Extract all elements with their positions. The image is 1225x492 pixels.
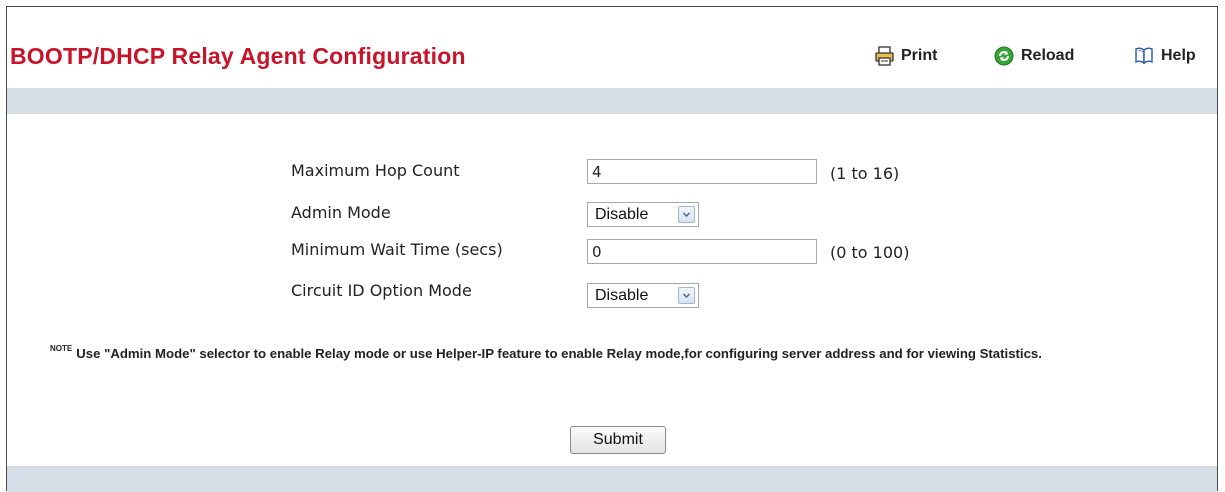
admin-mode-select[interactable]: Disable [587, 202, 699, 227]
min-wait-time-label: Minimum Wait Time (secs) [291, 240, 503, 259]
reload-icon [994, 46, 1016, 66]
help-button[interactable]: Help [1134, 46, 1196, 66]
page-frame: BOOTP/DHCP Relay Agent Configuration Pri… [6, 6, 1218, 492]
max-hop-count-range: (1 to 16) [830, 164, 900, 183]
note-tag: NOTE [50, 344, 73, 353]
print-button[interactable]: Print [874, 46, 937, 66]
admin-mode-label: Admin Mode [291, 203, 391, 222]
max-hop-count-label: Maximum Hop Count [291, 161, 460, 180]
chevron-down-icon[interactable] [678, 206, 695, 223]
circuit-id-option-mode-label: Circuit ID Option Mode [291, 281, 472, 300]
circuit-id-option-mode-select[interactable]: Disable [587, 283, 699, 308]
circuit-id-option-mode-value: Disable [595, 287, 649, 304]
min-wait-time-range: (0 to 100) [830, 243, 910, 262]
printer-icon [874, 46, 896, 66]
help-book-icon [1134, 46, 1156, 66]
admin-mode-value: Disable [595, 206, 649, 223]
reload-button[interactable]: Reload [994, 46, 1074, 66]
note-body: Use "Admin Mode" selector to enable Rela… [76, 346, 1042, 361]
header-band [7, 88, 1217, 114]
reload-label: Reload [1021, 47, 1075, 64]
footer-band [7, 466, 1217, 492]
min-wait-time-input[interactable]: 0 [587, 239, 817, 264]
help-label: Help [1161, 47, 1196, 64]
note-text: NOTE Use "Admin Mode" selector to enable … [50, 344, 1042, 361]
print-label: Print [901, 47, 938, 64]
chevron-down-icon[interactable] [678, 287, 695, 304]
max-hop-count-input[interactable]: 4 [587, 159, 817, 184]
submit-button[interactable]: Submit [570, 426, 666, 454]
page-title: BOOTP/DHCP Relay Agent Configuration [10, 43, 466, 69]
